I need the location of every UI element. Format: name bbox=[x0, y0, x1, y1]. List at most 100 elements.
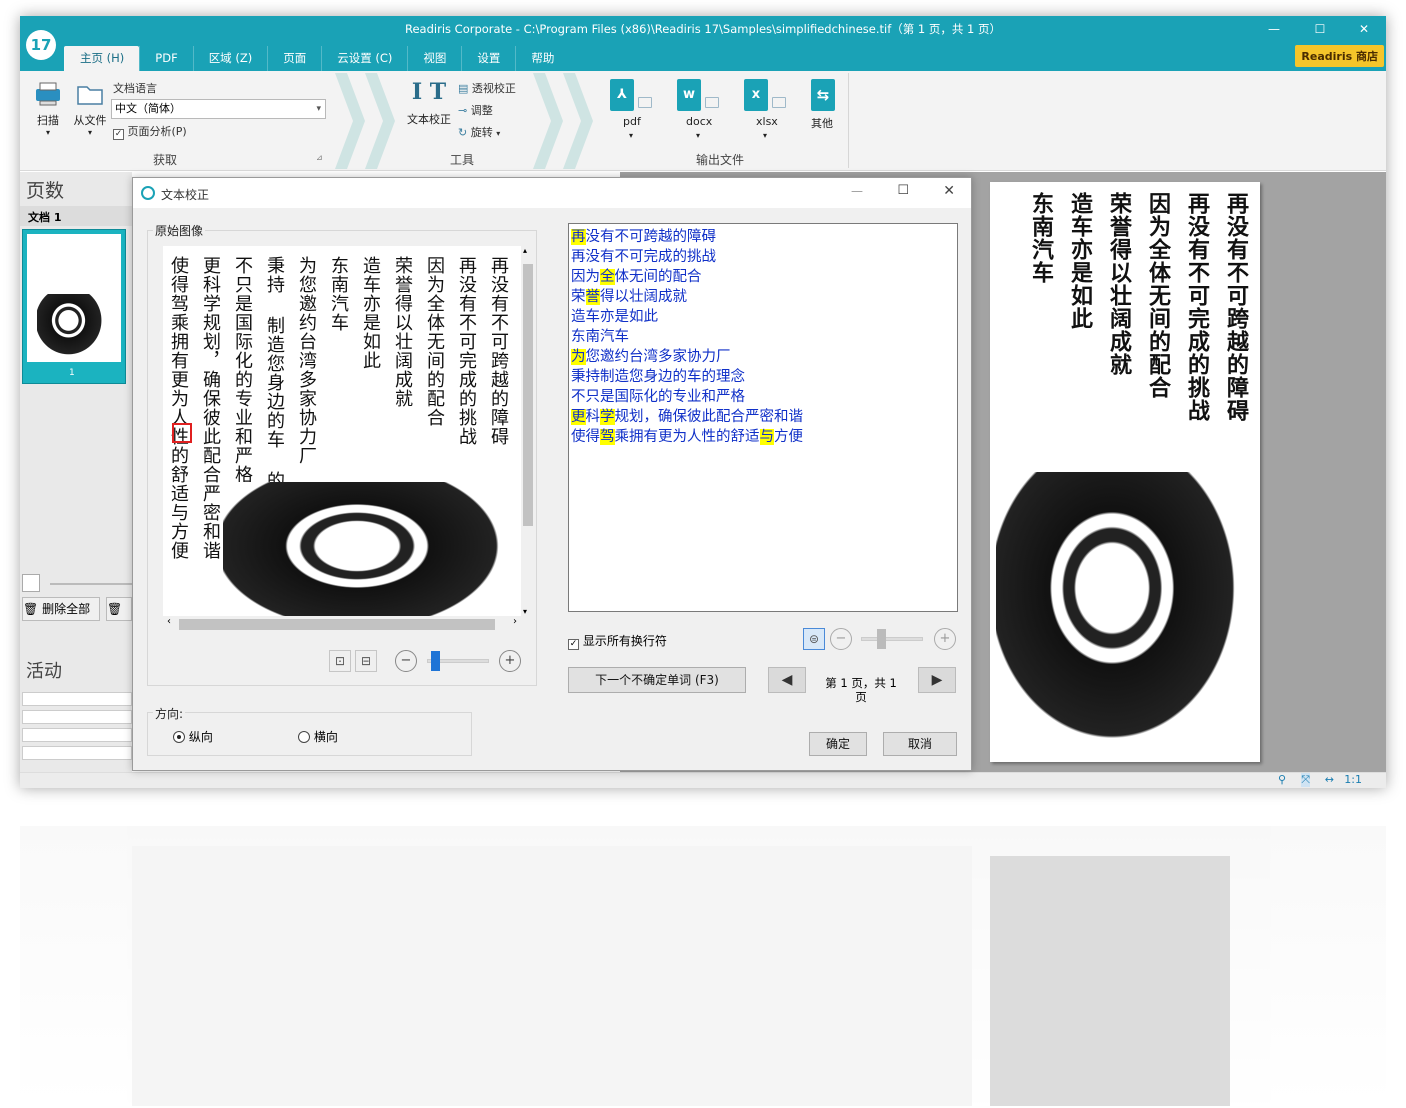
chevron-down-icon[interactable]: ▾ bbox=[523, 607, 527, 616]
uncertain-char-marker bbox=[172, 423, 192, 443]
text-run: 方便 bbox=[774, 429, 803, 445]
pdf-file-icon: ⅄ bbox=[610, 79, 634, 111]
doc-language-select[interactable]: 中文（简体） ▾ bbox=[111, 99, 326, 119]
other-output-button[interactable]: ⇆ 其他 bbox=[808, 79, 838, 139]
fit-width-icon[interactable]: ↔ bbox=[1325, 773, 1334, 786]
maximize-icon[interactable]: ☐ bbox=[897, 183, 909, 198]
thumb-size-slider[interactable] bbox=[50, 583, 132, 585]
pdf-output-button[interactable]: ⅄ pdf ▾ bbox=[605, 79, 655, 149]
close-icon[interactable]: ✕ bbox=[1344, 18, 1384, 40]
minimize-icon[interactable]: — bbox=[851, 184, 863, 198]
tab-3[interactable]: 页面 bbox=[267, 46, 321, 71]
text-line[interactable]: 造车亦是如此 bbox=[571, 307, 955, 327]
horizontal-radio[interactable]: 横向 bbox=[298, 728, 338, 745]
pdf-label: pdf bbox=[623, 115, 641, 128]
delete-all-button[interactable]: 🗑 删除全部 bbox=[22, 597, 100, 621]
text-line[interactable]: 荣誉得以壮阔成就 bbox=[571, 287, 955, 307]
next-uncertain-button[interactable]: 下一个不确定单词 (F3) bbox=[568, 667, 746, 693]
recognized-text-editor[interactable]: 再没有不可跨越的障碍再没有不可完成的挑战因为全体无间的配合 荣誉得以壮阔成就 造车亦… bbox=[568, 223, 958, 612]
text-zoom-slider[interactable] bbox=[861, 637, 923, 641]
maximize-icon[interactable]: ☐ bbox=[1300, 18, 1340, 40]
text-line[interactable]: 为您邀约台湾多家协力厂 bbox=[571, 347, 955, 367]
ribbon-tabs: 主页 (H) PDF 区域 (Z) 页面 云设置 (C) 视图 设置 帮助 bbox=[64, 46, 569, 71]
tab-0[interactable]: 主页 (H) bbox=[64, 46, 140, 71]
page-text-column: 再没有不可完成的挑战 bbox=[1184, 192, 1210, 422]
zoom-in-icon[interactable]: + bbox=[499, 650, 521, 672]
text-run: 再没有不可完成的挑战 bbox=[571, 249, 716, 265]
perspective-button[interactable]: ▤ 透视校正 bbox=[458, 80, 516, 96]
fit-width-icon[interactable]: ⊟ bbox=[355, 650, 377, 672]
text-line[interactable]: 秉持制造您身边的车的理念 bbox=[571, 367, 955, 387]
excel-file-icon: x bbox=[744, 79, 768, 111]
tab-5[interactable]: 视图 bbox=[407, 46, 461, 71]
text-line[interactable]: 因为全体无间的配合 bbox=[571, 267, 955, 287]
show-line-breaks-checkbox[interactable]: ✓ 显示所有换行符 bbox=[568, 632, 667, 650]
fit-page-icon[interactable]: ⤧ bbox=[1301, 773, 1310, 787]
text-correction-button[interactable]: I T 文本校正 bbox=[405, 79, 453, 127]
link-icon[interactable]: ⊜ bbox=[803, 628, 825, 650]
window-title: Readiris Corporate - C:\Program Files (x… bbox=[405, 22, 1001, 36]
scan-button[interactable]: 扫描 ▾ bbox=[30, 79, 66, 137]
ok-button[interactable]: 确定 bbox=[809, 732, 867, 756]
text-line[interactable]: 东南汽车 bbox=[571, 327, 955, 347]
vertical-scrollbar[interactable]: ▴ ▾ bbox=[521, 246, 535, 616]
chevron-right-icon[interactable]: › bbox=[513, 616, 517, 627]
chevron-up-icon[interactable]: ▴ bbox=[523, 246, 527, 255]
delete-button[interactable]: 🗑 bbox=[106, 597, 132, 621]
other-label: 其他 bbox=[811, 117, 833, 130]
scan-label: 扫描 bbox=[37, 114, 59, 127]
cancel-button[interactable]: 取消 bbox=[883, 732, 957, 756]
text-line[interactable]: 再没有不可跨越的障碍 bbox=[571, 227, 955, 247]
tab-7[interactable]: 帮助 bbox=[515, 46, 569, 71]
chevron-down-icon: ▾ bbox=[629, 131, 634, 140]
image-text-column: 为您邀约台湾多家协力厂 bbox=[296, 256, 317, 465]
zoom-out-thumb-button[interactable] bbox=[22, 574, 40, 592]
thumbnail-image bbox=[27, 234, 121, 362]
text-zoom-thumb[interactable] bbox=[877, 629, 886, 649]
text-run: 不只是国际化的专业和严格 bbox=[571, 389, 745, 405]
text-line[interactable]: 再没有不可完成的挑战 bbox=[571, 247, 955, 267]
trash-icon: 🗑 bbox=[23, 602, 39, 616]
text-line[interactable]: 使得驾乘拥有更为人性的舒适与方便 bbox=[571, 427, 955, 447]
next-page-button[interactable]: ▶ bbox=[918, 667, 956, 693]
xlsx-label: xlsx bbox=[756, 115, 778, 128]
page-text-column: 因为全体无间的配合 bbox=[1145, 192, 1171, 399]
document-page[interactable]: 再没有不可跨越的障碍 再没有不可完成的挑战 因为全体无间的配合 荣誉得以壮阔成就 造车亦… bbox=[990, 182, 1260, 762]
dialog-launcher-icon[interactable]: ⊿ bbox=[316, 153, 323, 162]
docx-output-button[interactable]: w docx ▾ bbox=[672, 79, 722, 149]
text-line[interactable]: 更科学规划，确保彼此配合严密和谐 bbox=[571, 407, 955, 427]
page-analysis-checkbox[interactable]: ✓ 页面分析(P) bbox=[113, 123, 187, 140]
from-file-button[interactable]: 从文件 ▾ bbox=[70, 79, 110, 137]
portrait-photo bbox=[223, 482, 521, 616]
zoom-out-icon[interactable]: − bbox=[395, 650, 417, 672]
xlsx-output-button[interactable]: x xlsx ▾ bbox=[739, 79, 789, 149]
zoom-out-icon[interactable]: − bbox=[830, 628, 852, 650]
delete-all-label: 删除全部 bbox=[42, 602, 91, 616]
scrollbar-thumb[interactable] bbox=[179, 619, 495, 630]
horizontal-scrollbar[interactable]: ‹ › bbox=[163, 616, 521, 632]
scrollbar-thumb[interactable] bbox=[523, 264, 533, 526]
chevron-left-icon[interactable]: ‹ bbox=[167, 616, 171, 627]
tab-4[interactable]: 云设置 (C) bbox=[321, 46, 407, 71]
tab-6[interactable]: 设置 bbox=[461, 46, 515, 71]
adjust-button[interactable]: ⊸ 调整 bbox=[458, 102, 493, 118]
tab-1[interactable]: PDF bbox=[139, 46, 192, 71]
close-icon[interactable]: ✕ bbox=[943, 183, 955, 199]
page-thumbnail[interactable]: 1 bbox=[22, 229, 126, 384]
search-icon[interactable]: ⚲ bbox=[1278, 773, 1286, 786]
rotate-button[interactable]: ↻ 旋转 ▾ bbox=[458, 124, 500, 140]
uncertain-char: 驾 bbox=[600, 429, 615, 445]
perspective-icon: ▤ bbox=[458, 82, 469, 95]
vertical-radio[interactable]: 纵向 bbox=[173, 728, 213, 745]
previous-page-button[interactable]: ◀ bbox=[768, 667, 806, 693]
minimize-icon[interactable]: — bbox=[1254, 18, 1294, 40]
text-line[interactable]: 不只是国际化的专业和严格 bbox=[571, 387, 955, 407]
store-button[interactable]: Readiris 商店 bbox=[1295, 45, 1384, 67]
zoom-slider-thumb[interactable] bbox=[431, 651, 440, 671]
fit-page-icon[interactable]: ⊡ bbox=[329, 650, 351, 672]
image-text-column: 因为全体无间的配合 bbox=[424, 256, 445, 427]
tab-2[interactable]: 区域 (Z) bbox=[192, 46, 268, 71]
original-image-view[interactable]: 再没有不可跨越的障碍 再没有不可完成的挑战 因为全体无间的配合 荣誉得以壮阔成就 造车亦… bbox=[163, 246, 521, 616]
zoom-in-icon[interactable]: + bbox=[934, 628, 956, 650]
actual-size-icon[interactable]: 1:1 bbox=[1344, 773, 1362, 786]
